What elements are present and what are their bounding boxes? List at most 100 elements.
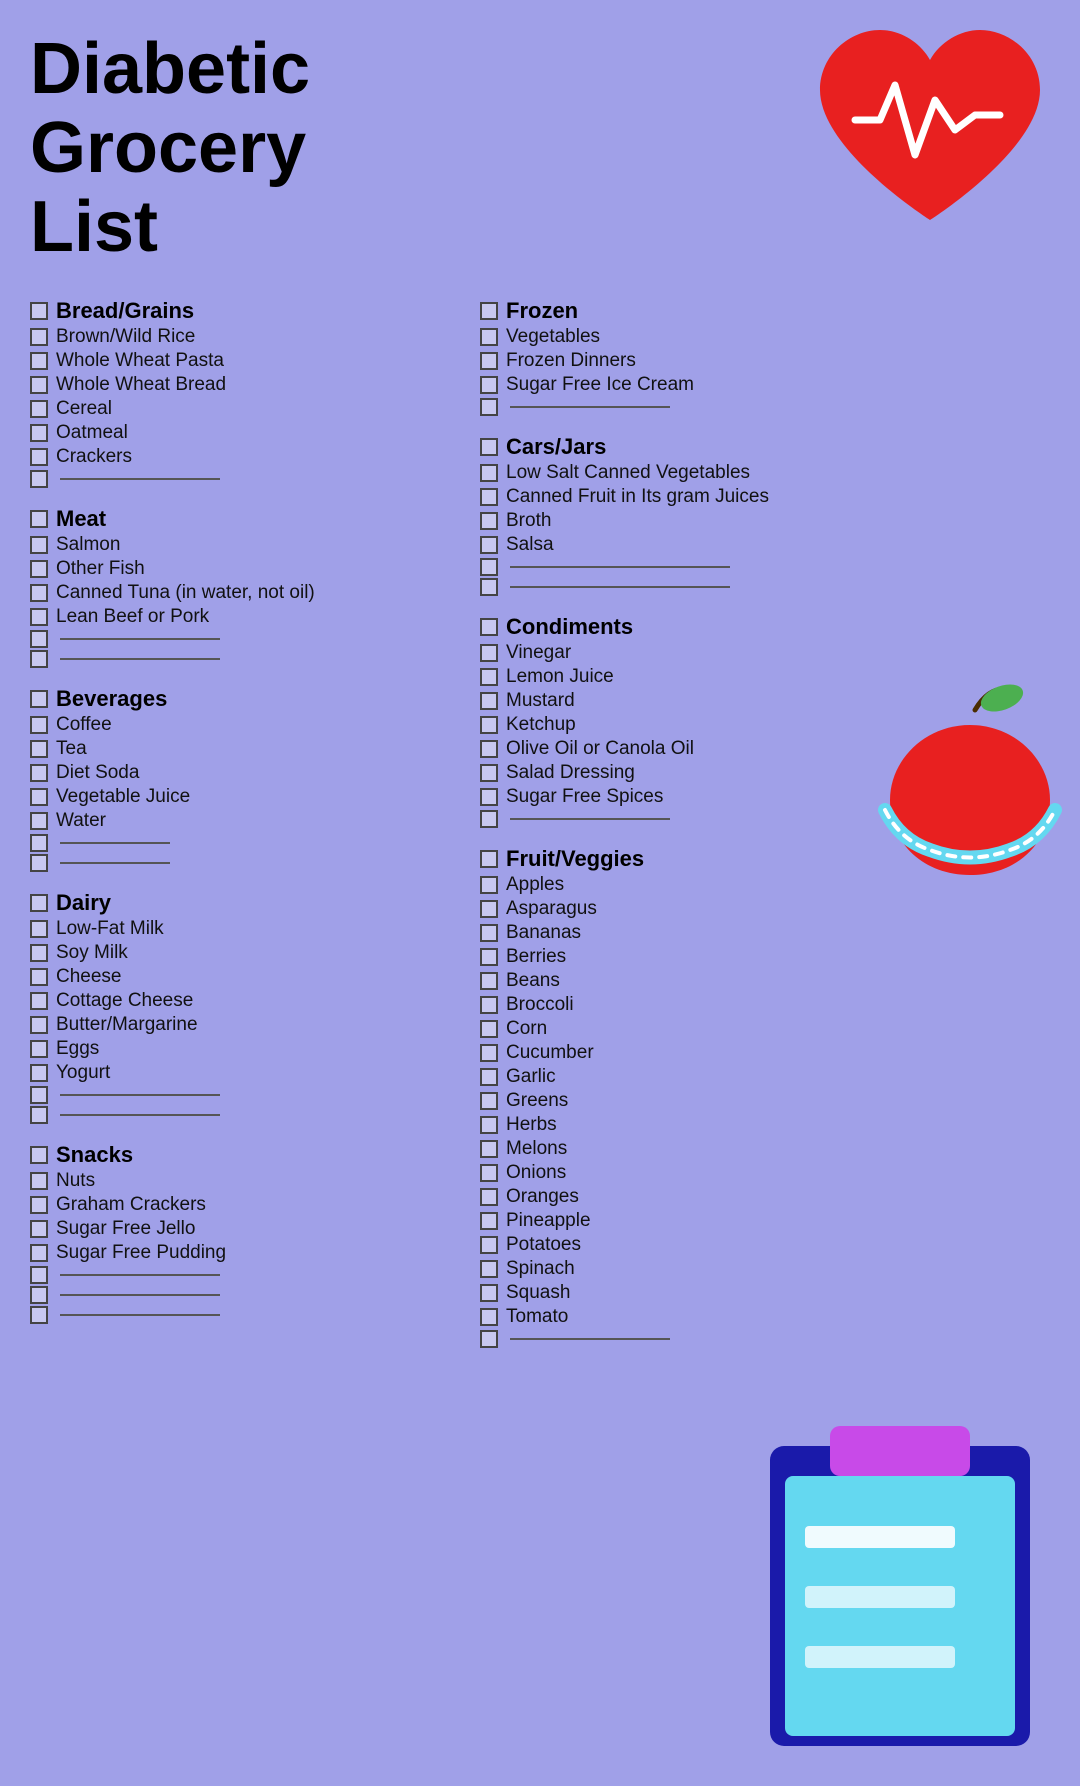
checkbox-bread-grains-1[interactable]	[30, 352, 48, 370]
checkbox-fruit-veggies-15[interactable]	[480, 1236, 498, 1254]
checkbox-dairy-0[interactable]	[30, 920, 48, 938]
checkbox-bread-grains-header[interactable]	[30, 302, 48, 320]
checkbox-meat-3[interactable]	[30, 608, 48, 626]
checkbox-meat-4[interactable]	[30, 630, 48, 648]
checkbox-fruit-veggies-16[interactable]	[480, 1260, 498, 1278]
checkbox-frozen-2[interactable]	[480, 376, 498, 394]
checkbox-beverages-4[interactable]	[30, 812, 48, 830]
checkbox-fruit-veggies-19[interactable]	[480, 1330, 498, 1348]
checkbox-beverages-0[interactable]	[30, 716, 48, 734]
checkbox-condiments-1[interactable]	[480, 668, 498, 686]
checkbox-fruit-veggies-3[interactable]	[480, 948, 498, 966]
left-column: Bread/GrainsBrown/Wild RiceWhole Wheat P…	[30, 298, 460, 1366]
checkbox-meat-2[interactable]	[30, 584, 48, 602]
checkbox-beverages-1[interactable]	[30, 740, 48, 758]
checkbox-condiments-4[interactable]	[480, 740, 498, 758]
checkbox-fruit-veggies-18[interactable]	[480, 1308, 498, 1326]
checkbox-dairy-1[interactable]	[30, 944, 48, 962]
checkbox-cans-jars-2[interactable]	[480, 512, 498, 530]
checkbox-bread-grains-3[interactable]	[30, 400, 48, 418]
checkbox-snacks-4[interactable]	[30, 1266, 48, 1284]
list-item: Potatoes	[480, 1234, 910, 1256]
checkbox-bread-grains-4[interactable]	[30, 424, 48, 442]
item-label: Cottage Cheese	[56, 990, 193, 1012]
checkbox-beverages-5[interactable]	[30, 834, 48, 852]
item-label: Oranges	[506, 1186, 579, 1208]
checkbox-fruit-veggies-8[interactable]	[480, 1068, 498, 1086]
checkbox-frozen-0[interactable]	[480, 328, 498, 346]
checkbox-fruit-veggies-14[interactable]	[480, 1212, 498, 1230]
checkbox-fruit-veggies-11[interactable]	[480, 1140, 498, 1158]
checkbox-bread-grains-0[interactable]	[30, 328, 48, 346]
section-bread-grains: Bread/GrainsBrown/Wild RiceWhole Wheat P…	[30, 298, 460, 488]
checkbox-fruit-veggies-9[interactable]	[480, 1092, 498, 1110]
checkbox-cans-jars-0[interactable]	[480, 464, 498, 482]
checkbox-bread-grains-5[interactable]	[30, 448, 48, 466]
list-item	[30, 470, 460, 488]
checkbox-dairy-6[interactable]	[30, 1064, 48, 1082]
checkbox-meat-5[interactable]	[30, 650, 48, 668]
checkbox-fruit-veggies-10[interactable]	[480, 1116, 498, 1134]
checkbox-beverages-2[interactable]	[30, 764, 48, 782]
checkbox-fruit-veggies-17[interactable]	[480, 1284, 498, 1302]
checkbox-dairy-2[interactable]	[30, 968, 48, 986]
checkbox-frozen-header[interactable]	[480, 302, 498, 320]
item-label: Sugar Free Pudding	[56, 1242, 226, 1264]
checkbox-dairy-5[interactable]	[30, 1040, 48, 1058]
section-meat: MeatSalmonOther FishCanned Tuna (in wate…	[30, 506, 460, 668]
blank-line	[60, 638, 220, 640]
section-snacks: SnacksNutsGraham CrackersSugar Free Jell…	[30, 1142, 460, 1324]
checkbox-dairy-4[interactable]	[30, 1016, 48, 1034]
checkbox-cans-jars-3[interactable]	[480, 536, 498, 554]
checkbox-cans-jars-5[interactable]	[480, 578, 498, 596]
checkbox-snacks-0[interactable]	[30, 1172, 48, 1190]
checkbox-frozen-3[interactable]	[480, 398, 498, 416]
item-label: Beans	[506, 970, 560, 992]
checkbox-snacks-5[interactable]	[30, 1286, 48, 1304]
checkbox-fruit-veggies-1[interactable]	[480, 900, 498, 918]
checkbox-fruit-veggies-7[interactable]	[480, 1044, 498, 1062]
checkbox-snacks-header[interactable]	[30, 1146, 48, 1164]
checkbox-beverages-6[interactable]	[30, 854, 48, 872]
checkbox-condiments-5[interactable]	[480, 764, 498, 782]
checkbox-condiments-6[interactable]	[480, 788, 498, 806]
checkbox-bread-grains-6[interactable]	[30, 470, 48, 488]
list-item: Yogurt	[30, 1062, 460, 1084]
checkbox-meat-1[interactable]	[30, 560, 48, 578]
checkbox-cans-jars-header[interactable]	[480, 438, 498, 456]
list-item: Frozen Dinners	[480, 350, 910, 372]
list-item: Low Salt Canned Vegetables	[480, 462, 910, 484]
checkbox-fruit-veggies-5[interactable]	[480, 996, 498, 1014]
checkbox-meat-0[interactable]	[30, 536, 48, 554]
checkbox-dairy-8[interactable]	[30, 1106, 48, 1124]
checkbox-condiments-7[interactable]	[480, 810, 498, 828]
checkbox-dairy-3[interactable]	[30, 992, 48, 1010]
checkbox-snacks-3[interactable]	[30, 1244, 48, 1262]
checkbox-fruit-veggies-header[interactable]	[480, 850, 498, 868]
checkbox-fruit-veggies-13[interactable]	[480, 1188, 498, 1206]
checkbox-fruit-veggies-6[interactable]	[480, 1020, 498, 1038]
checkbox-beverages-3[interactable]	[30, 788, 48, 806]
checkbox-dairy-header[interactable]	[30, 894, 48, 912]
section-header-frozen: Frozen	[480, 298, 910, 324]
checkbox-frozen-1[interactable]	[480, 352, 498, 370]
checkbox-fruit-veggies-2[interactable]	[480, 924, 498, 942]
checkbox-dairy-7[interactable]	[30, 1086, 48, 1104]
checkbox-cans-jars-4[interactable]	[480, 558, 498, 576]
section-title-cans-jars: Cars/Jars	[506, 434, 606, 460]
checkbox-condiments-3[interactable]	[480, 716, 498, 734]
checkbox-snacks-2[interactable]	[30, 1220, 48, 1238]
checkbox-fruit-veggies-12[interactable]	[480, 1164, 498, 1182]
checkbox-fruit-veggies-4[interactable]	[480, 972, 498, 990]
checkbox-snacks-1[interactable]	[30, 1196, 48, 1214]
list-item: Brown/Wild Rice	[30, 326, 460, 348]
checkbox-meat-header[interactable]	[30, 510, 48, 528]
checkbox-condiments-header[interactable]	[480, 618, 498, 636]
checkbox-condiments-0[interactable]	[480, 644, 498, 662]
checkbox-snacks-6[interactable]	[30, 1306, 48, 1324]
checkbox-fruit-veggies-0[interactable]	[480, 876, 498, 894]
checkbox-cans-jars-1[interactable]	[480, 488, 498, 506]
checkbox-beverages-header[interactable]	[30, 690, 48, 708]
checkbox-bread-grains-2[interactable]	[30, 376, 48, 394]
checkbox-condiments-2[interactable]	[480, 692, 498, 710]
